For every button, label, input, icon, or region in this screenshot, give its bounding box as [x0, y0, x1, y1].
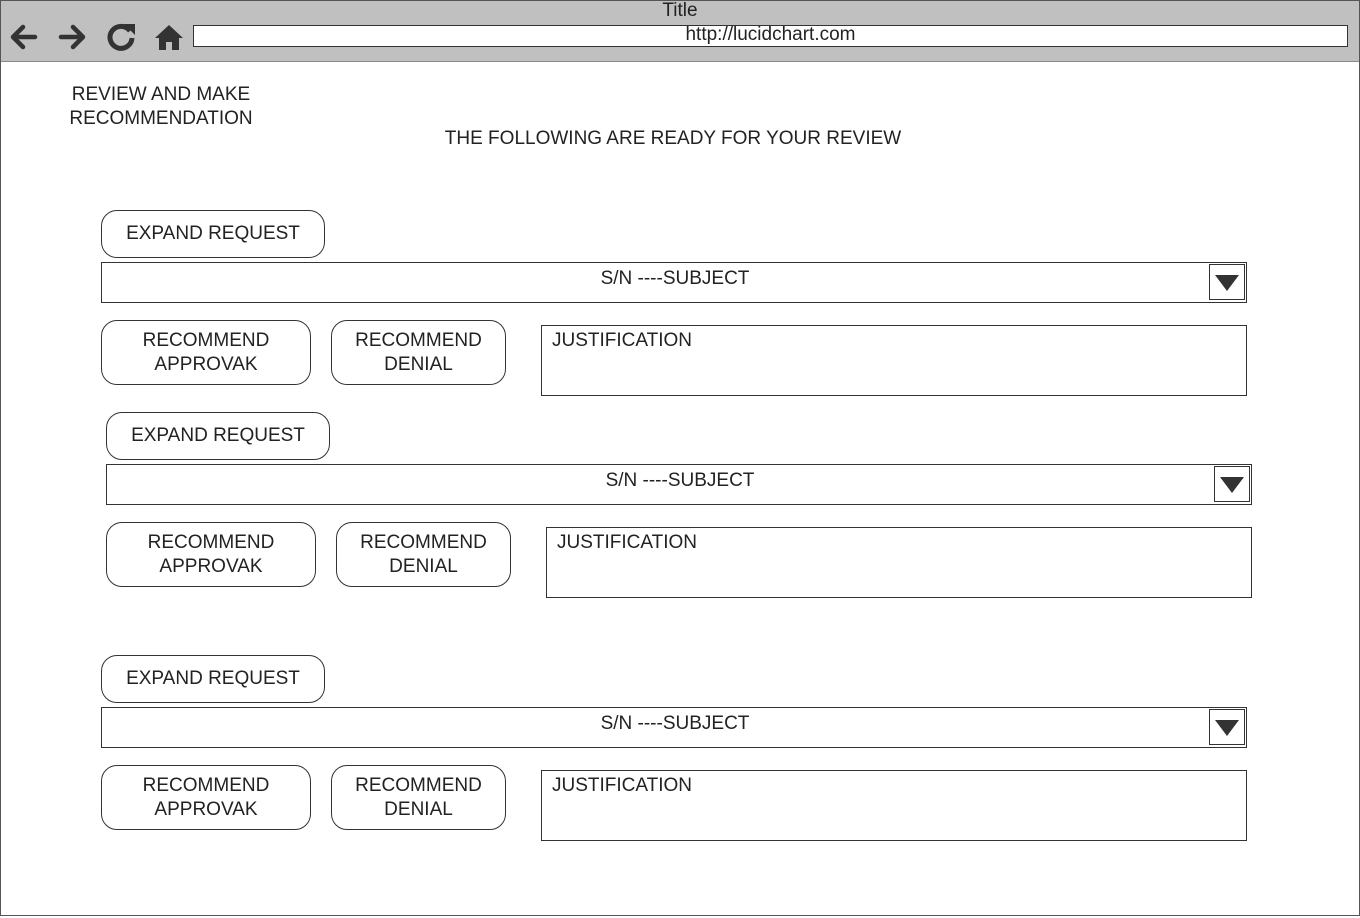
recommend-denial-button[interactable]: RECOMMEND DENIAL — [331, 320, 506, 385]
justification-label: JUSTIFICATION — [552, 330, 693, 351]
justification-field[interactable]: JUSTIFICATION — [546, 527, 1252, 598]
subject-text: S/N ----SUBJECT — [605, 470, 755, 491]
caret-down-icon — [1220, 477, 1244, 493]
page-title: REVIEW AND MAKE RECOMMENDATION — [69, 84, 253, 129]
dropdown-toggle[interactable] — [1209, 709, 1245, 745]
expand-request-button[interactable]: EXPAND REQUEST — [106, 412, 330, 460]
request-card: EXPAND REQUEST S/N ----SUBJECT RECOMMEND… — [106, 412, 1252, 602]
window-title: Title — [662, 0, 698, 21]
expand-request-button[interactable]: EXPAND REQUEST — [101, 655, 325, 703]
browser-toolbar: Title http://lucidchart.com — [1, 0, 1359, 62]
subject-dropdown[interactable]: S/N ----SUBJECT — [101, 262, 1247, 303]
subject-text: S/N ----SUBJECT — [600, 713, 750, 734]
review-heading: THE FOLLOWING ARE READY FOR YOUR REVIEW — [444, 128, 902, 149]
dropdown-toggle[interactable] — [1209, 264, 1245, 300]
caret-down-icon — [1215, 275, 1239, 291]
subject-dropdown[interactable]: S/N ----SUBJECT — [101, 707, 1247, 748]
url-bar[interactable]: http://lucidchart.com — [193, 25, 1348, 47]
back-arrow-icon[interactable] — [7, 21, 39, 53]
forward-arrow-icon[interactable] — [57, 21, 89, 53]
caret-down-icon — [1215, 720, 1239, 736]
reload-icon[interactable] — [105, 21, 137, 53]
subject-dropdown[interactable]: S/N ----SUBJECT — [106, 464, 1252, 505]
recommend-approval-button[interactable]: RECOMMEND APPROVAK — [101, 765, 311, 830]
home-icon[interactable] — [153, 21, 185, 53]
justification-label: JUSTIFICATION — [557, 532, 698, 553]
justification-field[interactable]: JUSTIFICATION — [541, 770, 1247, 841]
request-card: EXPAND REQUEST S/N ----SUBJECT RECOMMEND… — [101, 655, 1247, 845]
subject-text: S/N ----SUBJECT — [600, 268, 750, 289]
justification-label: JUSTIFICATION — [552, 775, 693, 796]
browser-window: Title http://lucidchart.com REVIEW AND M… — [0, 0, 1360, 916]
dropdown-toggle[interactable] — [1214, 466, 1250, 502]
recommend-approval-button[interactable]: RECOMMEND APPROVAK — [101, 320, 311, 385]
recommend-denial-button[interactable]: RECOMMEND DENIAL — [331, 765, 506, 830]
justification-field[interactable]: JUSTIFICATION — [541, 325, 1247, 396]
expand-request-button[interactable]: EXPAND REQUEST — [101, 210, 325, 258]
recommend-approval-button[interactable]: RECOMMEND APPROVAK — [106, 522, 316, 587]
request-card: EXPAND REQUEST S/N ----SUBJECT RECOMMEND… — [101, 210, 1247, 400]
recommend-denial-button[interactable]: RECOMMEND DENIAL — [336, 522, 511, 587]
